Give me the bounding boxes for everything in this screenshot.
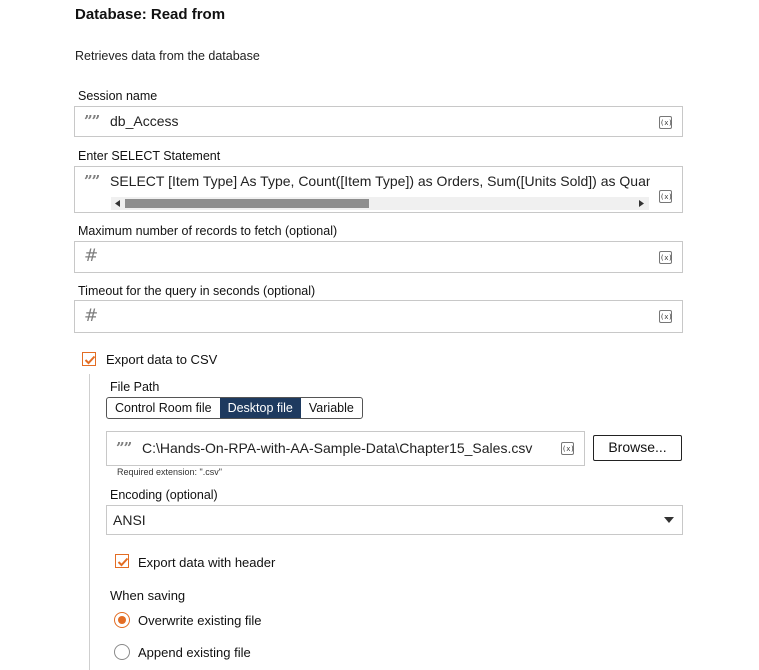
tab-variable[interactable]: Variable: [301, 398, 362, 418]
browse-button[interactable]: Browse...: [593, 435, 682, 461]
file-path-field[interactable]: ”” C:\Hands-On-RPA-with-AA-Sample-Data\C…: [106, 431, 585, 466]
checkmark-icon: [84, 355, 96, 365]
section-indent-line: [89, 374, 90, 670]
encoding-label: Encoding (optional): [110, 488, 218, 502]
variable-icon[interactable]: (x): [659, 310, 673, 323]
panel-title: Database: Read from: [75, 6, 226, 23]
variable-icon[interactable]: (x): [659, 190, 673, 203]
horizontal-scrollbar[interactable]: [111, 197, 649, 210]
panel-description: Retrieves data from the database: [75, 49, 260, 63]
select-statement-value: SELECT [Item Type] As Type, Count([Item …: [110, 173, 650, 189]
file-extension-hint: Required extension: ".csv": [117, 467, 222, 477]
quote-icon: ””: [84, 112, 100, 130]
variable-icon[interactable]: (x): [659, 116, 673, 129]
tab-control-room-file[interactable]: Control Room file: [107, 398, 220, 418]
scrollbar-thumb[interactable]: [125, 199, 369, 208]
session-name-value: db_Access: [110, 113, 179, 129]
overwrite-radio[interactable]: [114, 612, 130, 628]
max-records-label: Maximum number of records to fetch (opti…: [78, 224, 338, 238]
tab-desktop-file[interactable]: Desktop file: [219, 398, 301, 418]
chevron-down-icon[interactable]: [664, 517, 674, 524]
when-saving-label: When saving: [110, 588, 186, 603]
max-records-field[interactable]: # (x): [74, 241, 683, 273]
append-radio[interactable]: [114, 644, 130, 660]
append-label: Append existing file: [138, 645, 251, 660]
overwrite-label: Overwrite existing file: [138, 613, 262, 628]
scroll-right-icon[interactable]: [639, 200, 645, 207]
encoding-value: ANSI: [113, 512, 146, 528]
encoding-select[interactable]: ANSI: [106, 505, 683, 535]
export-csv-label: Export data to CSV: [106, 352, 218, 367]
file-path-label: File Path: [110, 380, 160, 394]
export-header-checkbox[interactable]: [115, 554, 129, 568]
variable-icon[interactable]: (x): [659, 251, 673, 264]
timeout-field[interactable]: # (x): [74, 300, 683, 333]
export-header-label: Export data with header: [138, 555, 276, 570]
hash-icon: #: [84, 246, 99, 266]
session-name-field[interactable]: ”” db_Access (x): [74, 106, 683, 137]
quote-icon: ””: [116, 439, 132, 457]
variable-icon[interactable]: (x): [561, 442, 575, 455]
select-statement-label: Enter SELECT Statement: [78, 149, 221, 163]
file-path-value: C:\Hands-On-RPA-with-AA-Sample-Data\Chap…: [142, 440, 533, 456]
scroll-left-icon[interactable]: [115, 200, 121, 207]
export-csv-checkbox[interactable]: [82, 352, 96, 366]
checkmark-icon: [117, 557, 129, 567]
hash-icon: #: [84, 306, 99, 326]
session-name-label: Session name: [78, 89, 158, 103]
quote-icon: ””: [84, 172, 100, 190]
timeout-label: Timeout for the query in seconds (option…: [78, 284, 316, 298]
file-source-tabs: Control Room file Desktop file Variable: [106, 397, 363, 419]
select-statement-field[interactable]: ”” SELECT [Item Type] As Type, Count([It…: [74, 166, 683, 213]
